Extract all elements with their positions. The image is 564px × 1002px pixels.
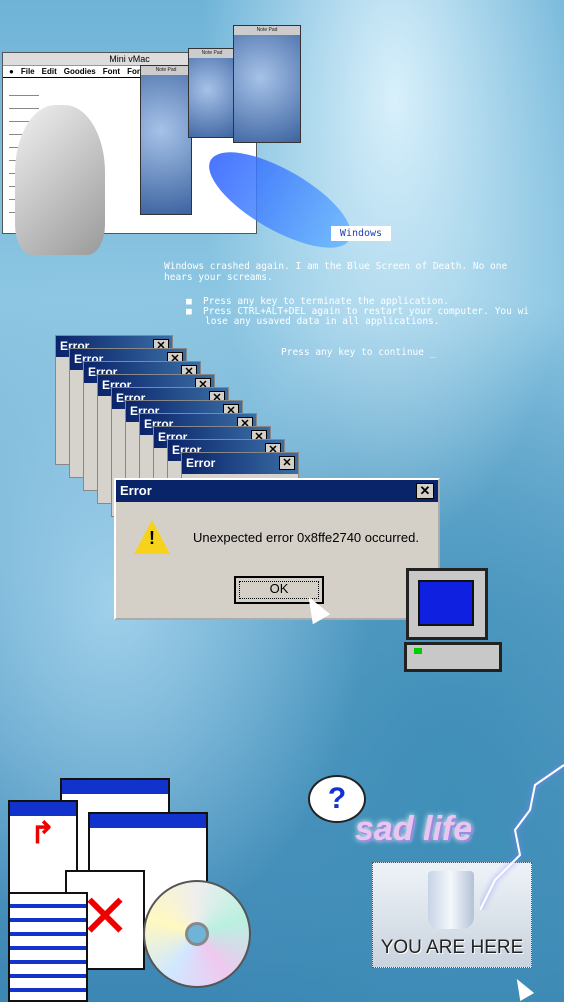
dialog-titlebar: Error ✕ (116, 480, 438, 502)
notepad-window: Note Pad (233, 25, 301, 143)
computer-icon (404, 568, 502, 678)
menu-edit[interactable]: Edit (42, 66, 57, 77)
menu-file[interactable]: File (21, 66, 35, 77)
error-dialog: Error ✕ ! Unexpected error 0x8ffe2740 occ… (114, 478, 440, 620)
bsod-bullet: ■ (186, 306, 192, 317)
apple-icon[interactable]: ● (9, 66, 14, 77)
close-button[interactable]: ✕ (416, 483, 434, 499)
bsod-title: Windows (331, 226, 391, 241)
notepad-window: Note Pad (140, 65, 192, 215)
menu-font[interactable]: Font (103, 66, 120, 77)
recycle-bin-icon (428, 871, 474, 929)
mouse-cursor-icon (509, 974, 535, 1002)
menu-goodies[interactable]: Goodies (64, 66, 96, 77)
lightning-icon (480, 764, 564, 910)
bsod-line: hears your screams. (164, 272, 273, 283)
dialog-title: Error (120, 483, 152, 498)
close-button[interactable]: ✕ (279, 456, 295, 470)
dialog-message: Unexpected error 0x8ffe2740 occurred. (193, 530, 419, 545)
bsod-line: Windows crashed again. I am the Blue Scr… (164, 261, 508, 272)
window-title: Error (186, 456, 216, 470)
bsod-continue: Press any key to continue _ (281, 347, 436, 358)
sad-life-text: sad life (355, 810, 473, 848)
recycle-bin-caption: YOU ARE HERE (380, 937, 524, 958)
statue-image (15, 105, 105, 255)
notepad-window: Note Pad (188, 48, 236, 138)
text-document-icon (8, 892, 88, 1002)
bsod-line: lose any usaved data in all applications… (205, 316, 440, 327)
cd-icon (143, 880, 251, 988)
warning-icon: ! (134, 520, 170, 554)
